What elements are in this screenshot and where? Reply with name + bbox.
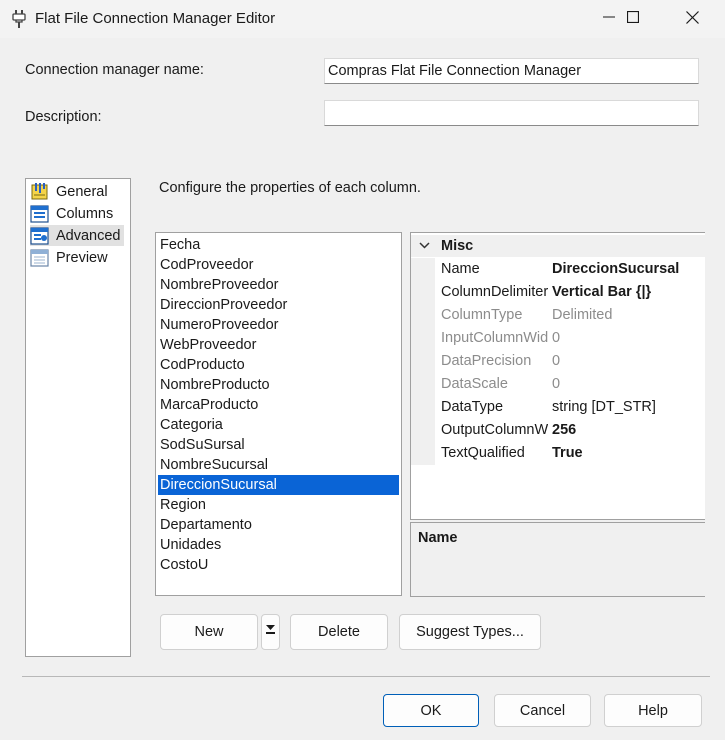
property-name: DataPrecision — [441, 353, 532, 369]
columns-icon — [30, 204, 49, 223]
footer-separator — [22, 676, 710, 677]
nav-label-columns: Columns — [56, 205, 114, 222]
advanced-icon — [30, 226, 49, 245]
nav-label-preview: Preview — [56, 249, 108, 266]
plug-icon — [12, 10, 26, 28]
nav-item-general[interactable]: General — [30, 181, 111, 202]
description-label: Description: — [25, 109, 102, 125]
general-icon — [30, 182, 49, 201]
column-item[interactable]: Fecha — [158, 235, 399, 255]
property-description-title: Name — [418, 530, 458, 546]
property-value[interactable]: True — [552, 445, 583, 461]
ok-button[interactable]: OK — [383, 694, 479, 727]
property-name: ColumnType — [441, 307, 523, 323]
property-row-margin — [411, 350, 435, 373]
property-row[interactable]: ColumnType Delimited — [411, 304, 705, 327]
property-value[interactable]: 256 — [552, 422, 576, 438]
column-item[interactable]: NombreSucursal — [158, 455, 399, 475]
title-bar: Flat File Connection Manager Editor — [0, 0, 725, 38]
instruction-text: Configure the properties of each column. — [159, 180, 421, 196]
property-name: DataType — [441, 399, 504, 415]
property-value: 0 — [552, 376, 561, 392]
suggest-types-button[interactable]: Suggest Types... — [399, 614, 541, 650]
delete-button[interactable]: Delete — [290, 614, 388, 650]
column-list[interactable]: Fecha CodProveedor NombreProveedor Direc… — [155, 232, 402, 596]
column-item[interactable]: DireccionProveedor — [158, 295, 399, 315]
nav-label-general: General — [56, 183, 108, 200]
property-row-margin — [411, 373, 435, 396]
connection-name-label: Connection manager name: — [25, 62, 204, 78]
maximize-button[interactable] — [610, 0, 656, 38]
category-row[interactable]: Misc — [411, 235, 705, 257]
column-item[interactable]: Departamento — [158, 515, 399, 535]
nav-item-preview[interactable]: Preview — [30, 247, 111, 268]
nav-item-columns[interactable]: Columns — [30, 203, 116, 224]
property-row-margin — [411, 304, 435, 327]
description-input[interactable] — [324, 100, 699, 126]
property-row-margin — [411, 419, 435, 442]
category-label: Misc — [441, 238, 474, 254]
property-value: 0 — [552, 330, 561, 346]
property-row-margin — [411, 258, 435, 281]
column-item[interactable]: Region — [158, 495, 399, 515]
property-row[interactable]: DataPrecision 0 — [411, 350, 705, 373]
property-row[interactable]: DataType string [DT_STR] — [411, 396, 705, 419]
property-name: DataScale — [441, 376, 508, 392]
column-item[interactable]: WebProveedor — [158, 335, 399, 355]
column-item[interactable]: NombreProducto — [158, 375, 399, 395]
property-value[interactable]: DireccionSucursal — [552, 261, 679, 277]
maximize-icon — [626, 10, 640, 27]
column-item[interactable]: Unidades — [158, 535, 399, 555]
column-item[interactable]: CostoU — [158, 555, 399, 575]
property-row[interactable]: DataScale 0 — [411, 373, 705, 396]
column-item[interactable]: SodSuSursal — [158, 435, 399, 455]
column-item[interactable]: CodProducto — [158, 355, 399, 375]
connection-name-input[interactable]: Compras Flat File Connection Manager — [324, 58, 699, 84]
property-row[interactable]: TextQualified True — [411, 442, 705, 465]
property-row-margin — [411, 281, 435, 304]
property-name: InputColumnWidth — [441, 330, 548, 346]
property-row[interactable]: OutputColumnWidth 256 — [411, 419, 705, 442]
column-item[interactable]: Categoria — [158, 415, 399, 435]
window-title: Flat File Connection Manager Editor — [35, 10, 276, 27]
property-name: ColumnDelimiter — [441, 284, 548, 300]
property-row-margin — [411, 396, 435, 419]
property-name: TextQualified — [441, 445, 525, 461]
nav-item-advanced[interactable]: Advanced — [30, 225, 124, 246]
property-row-margin — [411, 442, 435, 465]
property-value: Delimited — [552, 307, 613, 323]
property-name: OutputColumnWidth — [441, 422, 548, 438]
preview-icon — [30, 248, 49, 267]
column-item[interactable]: NombreProveedor — [158, 275, 399, 295]
help-button[interactable]: Help — [604, 694, 702, 727]
property-description-pane: Name — [410, 522, 705, 597]
new-button[interactable]: New — [160, 614, 258, 650]
column-item[interactable]: NumeroProveedor — [158, 315, 399, 335]
column-item[interactable]: CodProveedor — [158, 255, 399, 275]
column-item-selected[interactable]: DireccionSucursal — [158, 475, 399, 495]
nav-label-advanced: Advanced — [56, 227, 121, 244]
property-row[interactable]: InputColumnWidth 0 — [411, 327, 705, 350]
chevron-down-icon[interactable] — [419, 239, 430, 255]
property-value[interactable]: Vertical Bar {|} — [552, 284, 651, 300]
chevron-double-down-icon — [266, 624, 275, 640]
property-name: Name — [441, 261, 480, 277]
close-button[interactable] — [669, 0, 715, 38]
property-row[interactable]: ColumnDelimiter Vertical Bar {|} — [411, 281, 705, 304]
property-value: 0 — [552, 353, 561, 369]
property-value[interactable]: string [DT_STR] — [552, 399, 656, 415]
property-grid: Misc Name DireccionSucursal ColumnDelimi… — [410, 232, 705, 520]
cancel-button[interactable]: Cancel — [494, 694, 591, 727]
page-navigation: General Columns Advanced Preview — [25, 178, 131, 657]
property-row[interactable]: Name DireccionSucursal — [411, 258, 705, 281]
new-dropdown-button[interactable] — [261, 614, 280, 650]
close-icon — [685, 10, 699, 28]
column-item[interactable]: MarcaProducto — [158, 395, 399, 415]
property-row-margin — [411, 327, 435, 350]
